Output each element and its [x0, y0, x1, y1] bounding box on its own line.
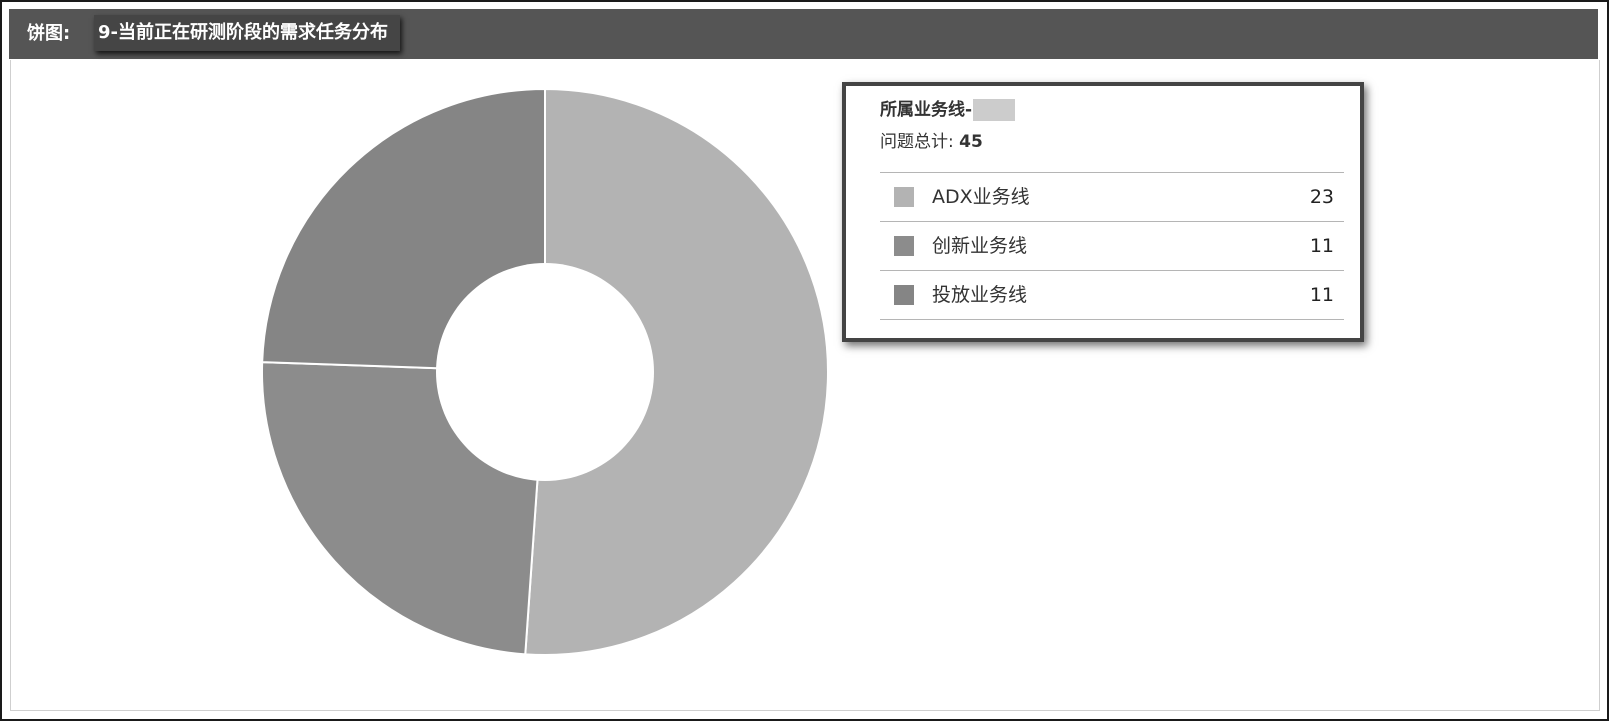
- tooltip-total-value: 45: [959, 132, 983, 152]
- legend-value: 11: [1309, 235, 1334, 257]
- donut-hole: [436, 263, 654, 481]
- redacted-value: [973, 99, 1016, 121]
- donut-chart: [261, 87, 829, 656]
- legend-label: ADX业务线: [932, 186, 1030, 208]
- chart-tooltip: 所属业务线- 问题总计: 45 ADX业务线 23 创新业务线 11 投放业务线…: [842, 82, 1364, 342]
- legend-value: 23: [1309, 186, 1334, 208]
- legend-row: ADX业务线 23: [880, 173, 1344, 222]
- legend-row: 创新业务线 11: [880, 222, 1344, 271]
- legend-swatch: [894, 285, 914, 305]
- tooltip-legend: ADX业务线 23 创新业务线 11 投放业务线 11: [880, 172, 1344, 320]
- legend-row: 投放业务线 11: [880, 271, 1344, 320]
- legend-swatch: [894, 236, 914, 256]
- legend-label: 创新业务线: [932, 235, 1028, 257]
- legend-label: 投放业务线: [932, 284, 1028, 306]
- tooltip-total-label: 问题总计:: [880, 132, 954, 152]
- legend-value: 11: [1309, 284, 1334, 306]
- tooltip-header: 所属业务线-: [880, 99, 1016, 121]
- tooltip-total: 问题总计: 45: [880, 131, 983, 153]
- tooltip-group-label: 所属业务线-: [880, 100, 973, 120]
- legend-swatch: [894, 187, 914, 207]
